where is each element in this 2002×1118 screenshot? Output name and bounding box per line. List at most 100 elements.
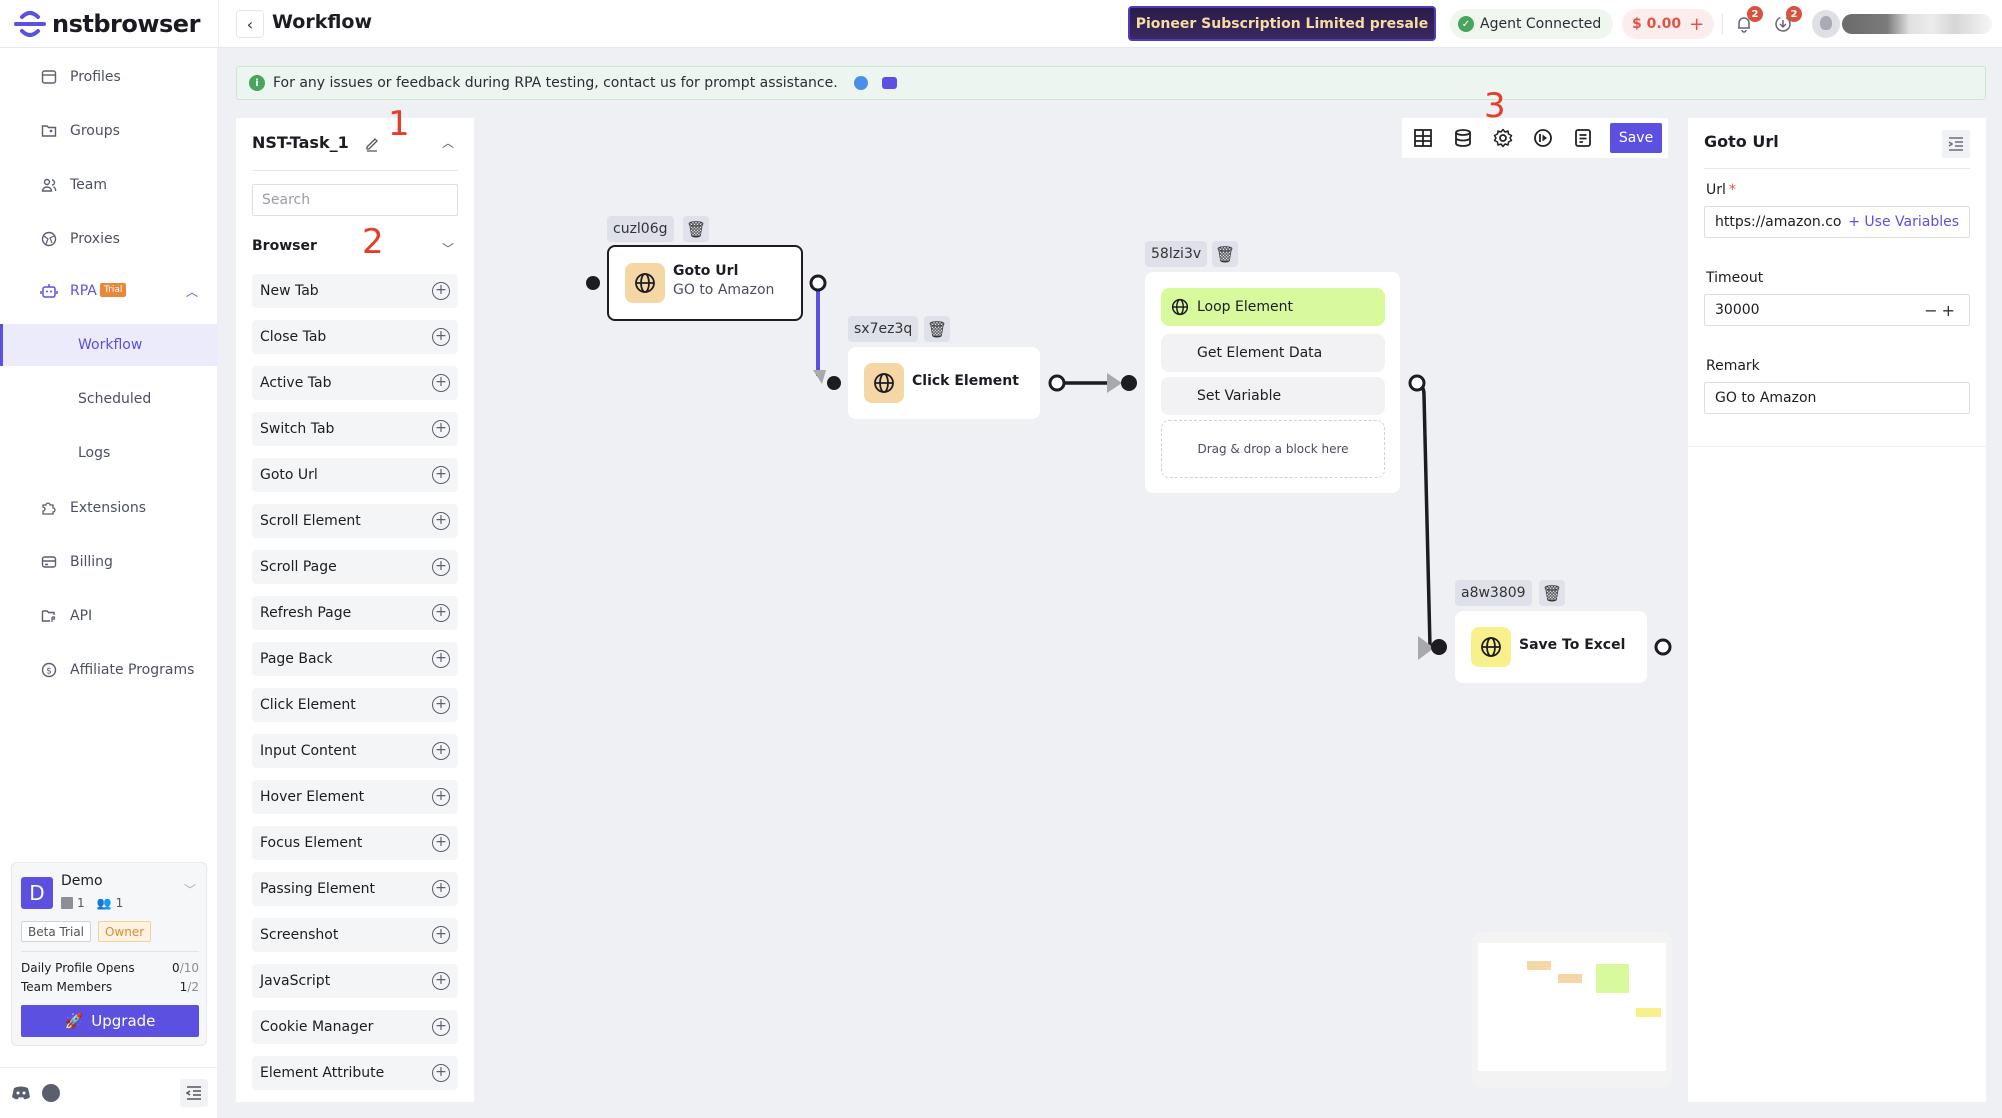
add-funds-icon[interactable]: + (1689, 14, 1704, 35)
block-item[interactable]: Screenshot + (252, 918, 458, 952)
add-block-icon[interactable]: + (432, 788, 450, 806)
sidebar-item-team[interactable]: Team (0, 164, 218, 206)
block-item[interactable]: Scroll Element + (252, 504, 458, 538)
block-item[interactable]: Goto Url + (252, 458, 458, 492)
chevron-down-icon[interactable]: ﹀ (442, 240, 454, 257)
remark-input[interactable]: GO to Amazon (1704, 382, 1970, 414)
upgrade-button[interactable]: 🚀 Upgrade (21, 1005, 199, 1037)
team-switch-chevron-icon[interactable]: ﹀ (184, 881, 196, 898)
block-item[interactable]: Refresh Page + (252, 596, 458, 630)
block-item[interactable]: Focus Element + (252, 826, 458, 860)
block-item[interactable]: Input Content + (252, 734, 458, 768)
minimap-viewport[interactable] (1478, 943, 1666, 1071)
stepper-controls[interactable]: −+ (1924, 301, 1959, 320)
plus-icon[interactable]: + (1942, 301, 1959, 320)
run-icon[interactable] (1532, 127, 1554, 149)
chevron-up-icon[interactable]: ︿ (442, 134, 454, 151)
settings-icon[interactable] (1492, 127, 1514, 149)
block-item[interactable]: Hover Element + (252, 780, 458, 814)
add-block-icon[interactable]: + (432, 926, 450, 944)
block-item[interactable]: Element Attribute + (252, 1056, 458, 1090)
back-button[interactable]: ‹ (236, 10, 264, 38)
add-block-icon[interactable]: + (432, 420, 450, 438)
loop-child-block[interactable]: Get Element Data (1161, 334, 1385, 372)
account-card: D Demo ﹀ 1 👥 1 Beta Trial Owner Daily Pr… (11, 862, 207, 1046)
telegram-icon[interactable] (42, 1084, 60, 1102)
add-block-icon[interactable]: + (432, 512, 450, 530)
notifications-button[interactable]: 2 (1733, 6, 1763, 35)
log-icon[interactable] (1572, 127, 1594, 149)
add-block-icon[interactable]: + (432, 282, 450, 300)
block-search-input[interactable] (252, 184, 458, 216)
discord-icon[interactable] (11, 1085, 31, 1101)
block-item[interactable]: JavaScript + (252, 964, 458, 998)
delete-node-button[interactable]: 🗑 (1539, 580, 1565, 606)
add-block-icon[interactable]: + (432, 558, 450, 576)
add-block-icon[interactable]: + (432, 328, 450, 346)
sidebar-item-logs[interactable]: Logs (0, 432, 218, 474)
sidebar-item-billing[interactable]: Billing (0, 541, 218, 583)
sidebar-item-scheduled[interactable]: Scheduled (0, 378, 218, 420)
workflow-node-save-to-excel[interactable]: Save To Excel (1455, 611, 1647, 683)
sidebar-item-groups[interactable]: Groups (0, 110, 218, 152)
sidebar-item-affiliate-programs[interactable]: $ Affiliate Programs (0, 649, 218, 691)
edit-task-name-icon[interactable] (364, 136, 380, 152)
add-block-icon[interactable]: + (432, 466, 450, 484)
delete-node-button[interactable]: 🗑 (924, 316, 950, 342)
node-id-tag: a8w3809 (1455, 580, 1532, 606)
url-input[interactable]: https://amazon.co + Use Variables (1704, 206, 1970, 238)
add-block-icon[interactable]: + (432, 880, 450, 898)
sidebar-item-extensions[interactable]: Extensions (0, 487, 218, 529)
add-block-icon[interactable]: + (432, 604, 450, 622)
block-item[interactable]: Passing Element + (252, 872, 458, 906)
block-item[interactable]: Click Element + (252, 688, 458, 722)
timeout-stepper[interactable]: 30000 −+ (1704, 294, 1970, 326)
toggle-panel-button[interactable] (1942, 130, 1970, 158)
sidebar-item-rpa[interactable]: RPA Trial ︿ (0, 270, 218, 312)
database-icon[interactable] (1452, 127, 1474, 149)
table-icon[interactable] (1412, 127, 1434, 149)
save-button[interactable]: Save (1610, 123, 1662, 153)
category-label[interactable]: Browser (252, 238, 317, 254)
balance-badge[interactable]: $ 0.00 + (1622, 9, 1715, 39)
loop-child-block[interactable]: Set Variable (1161, 377, 1385, 415)
sidebar-item-api[interactable]: API (0, 595, 218, 637)
downloads-button[interactable]: 2 (1772, 6, 1802, 35)
minus-icon[interactable]: − (1924, 301, 1941, 320)
add-block-icon[interactable]: + (432, 742, 450, 760)
block-item[interactable]: Switch Tab + (252, 412, 458, 446)
loop-element-header[interactable]: Loop Element (1161, 288, 1385, 326)
use-variables-link[interactable]: + Use Variables (1848, 214, 1959, 230)
sidebar-item-workflow[interactable]: Workflow (0, 324, 218, 366)
add-block-icon[interactable]: + (432, 1018, 450, 1036)
workflow-node-loop-element[interactable]: Loop Element Get Element Data Set Variab… (1145, 272, 1400, 493)
block-item[interactable]: Active Tab + (252, 366, 458, 400)
block-item[interactable]: Cookie Manager + (252, 1010, 458, 1044)
block-item[interactable]: Scroll Page + (252, 550, 458, 584)
workflow-node-click-element[interactable]: Click Element (848, 347, 1040, 419)
add-block-icon[interactable]: + (432, 696, 450, 714)
add-block-icon[interactable]: + (432, 374, 450, 392)
block-item[interactable]: Close Tab + (252, 320, 458, 354)
brand-logo[interactable]: nstbrowser (14, 9, 200, 39)
discord-icon[interactable] (881, 77, 897, 89)
block-item-label: Screenshot (260, 927, 339, 943)
add-block-icon[interactable]: + (432, 1064, 450, 1082)
collapse-sidebar-button[interactable] (180, 1079, 208, 1107)
drop-zone[interactable]: Drag & drop a block here (1161, 420, 1385, 478)
sidebar-item-proxies[interactable]: Proxies (0, 218, 218, 260)
username-redacted[interactable] (1842, 14, 1992, 34)
add-block-icon[interactable]: + (432, 972, 450, 990)
sidebar-item-profiles[interactable]: Profiles (0, 56, 218, 98)
add-block-icon[interactable]: + (432, 650, 450, 668)
telegram-icon[interactable] (853, 76, 868, 90)
block-item[interactable]: Page Back + (252, 642, 458, 676)
block-item[interactable]: New Tab + (252, 274, 458, 308)
promo-button[interactable]: Pioneer Subscription Limited presale (1128, 6, 1436, 41)
delete-node-button[interactable]: 🗑 (1212, 241, 1238, 267)
minimap[interactable] (1472, 932, 1672, 1088)
delete-node-button[interactable]: 🗑 (683, 216, 709, 242)
add-block-icon[interactable]: + (432, 834, 450, 852)
user-avatar[interactable] (1812, 10, 1840, 38)
workflow-node-goto-url[interactable]: Goto Url GO to Amazon (607, 245, 803, 321)
